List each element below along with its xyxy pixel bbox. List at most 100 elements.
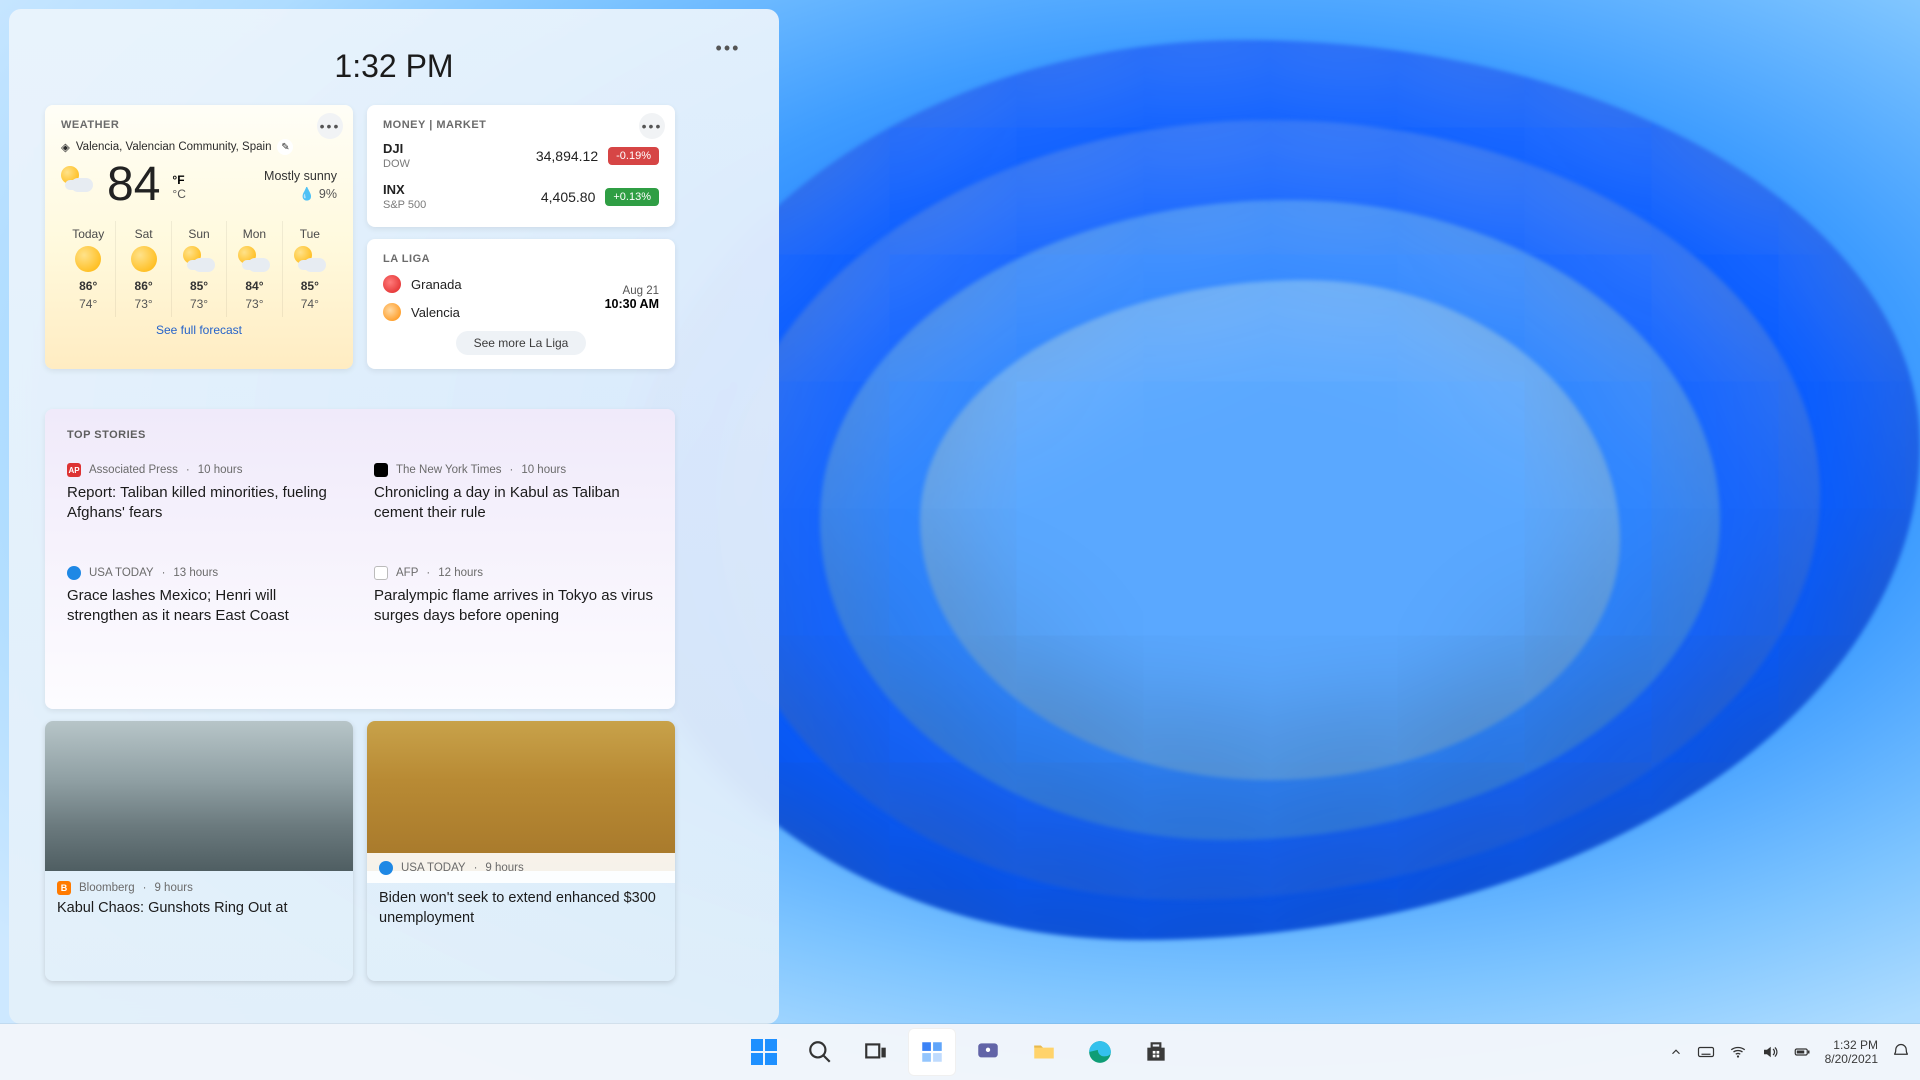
market-name: S&P 500 <box>383 199 426 211</box>
forecast-day[interactable]: Tue 85° 74° <box>282 221 337 317</box>
weather-condition: Mostly sunny <box>264 169 337 183</box>
team-badge-icon <box>383 275 401 293</box>
humidity-icon: 💧 <box>299 187 315 202</box>
story-age: 12 hours <box>438 567 483 579</box>
news-headline: Biden won't seek to extend enhanced $300… <box>367 881 675 936</box>
edge-button[interactable] <box>1076 1028 1124 1076</box>
edit-location-icon[interactable]: ✎ <box>277 139 293 155</box>
store-icon <box>1143 1039 1169 1065</box>
story-headline: Report: Taliban killed minorities, fueli… <box>67 483 346 524</box>
market-symbol: DJI <box>383 141 410 156</box>
taskbar-center <box>740 1024 1180 1080</box>
forecast-high: 84° <box>227 279 281 293</box>
forecast-icon <box>172 247 226 271</box>
forecast-icon <box>283 247 337 271</box>
match-time: 10:30 AM <box>605 297 659 311</box>
see-full-forecast-link[interactable]: See full forecast <box>61 317 337 337</box>
store-button[interactable] <box>1132 1028 1180 1076</box>
task-view-icon <box>863 1039 889 1065</box>
market-name: DOW <box>383 158 410 170</box>
keyboard-icon[interactable] <box>1697 1043 1715 1061</box>
panel-more-icon[interactable]: ••• <box>713 33 743 63</box>
top-story[interactable]: The New York Times·10 hours Chronicling … <box>374 463 653 524</box>
battery-icon[interactable] <box>1793 1043 1811 1061</box>
market-price: 4,405.80 <box>541 189 596 205</box>
forecast-icon <box>61 247 115 271</box>
usa-today-icon <box>379 861 393 875</box>
news-card-usatoday[interactable]: USA TODAY· 9 hours Biden won't seek to e… <box>367 721 675 981</box>
team-name: Valencia <box>411 305 460 320</box>
task-view-button[interactable] <box>852 1028 900 1076</box>
news-source: Bloomberg <box>79 882 135 894</box>
start-button[interactable] <box>740 1028 788 1076</box>
file-explorer-button[interactable] <box>1020 1028 1068 1076</box>
weather-units[interactable]: °F °C <box>172 173 185 201</box>
market-symbol: INX <box>383 182 426 197</box>
news-age: 9 hours <box>485 862 523 874</box>
forecast-day-name: Tue <box>283 227 337 241</box>
match-date: Aug 21 <box>605 285 659 297</box>
top-story[interactable]: USA TODAY·13 hours Grace lashes Mexico; … <box>67 566 346 627</box>
forecast-day-name: Mon <box>227 227 281 241</box>
source-icon <box>374 566 388 580</box>
forecast-low: 74° <box>61 297 115 311</box>
top-stories-card: TOP STORIES AP Associated Press·10 hours… <box>45 409 675 709</box>
news-thumbnail <box>367 721 675 871</box>
chat-button[interactable] <box>964 1028 1012 1076</box>
story-headline: Grace lashes Mexico; Henri will strength… <box>67 586 346 627</box>
team-name: Granada <box>411 277 462 292</box>
story-headline: Paralympic flame arrives in Tokyo as vir… <box>374 586 653 627</box>
match-team: Valencia <box>383 303 462 321</box>
panel-time: 1:32 PM <box>334 48 453 85</box>
market-row[interactable]: INX S&P 500 4,405.80 +0.13% <box>383 172 659 213</box>
story-source: Associated Press <box>89 464 178 476</box>
forecast-low: 73° <box>227 297 281 311</box>
weather-icon <box>61 166 99 204</box>
forecast-low: 73° <box>172 297 226 311</box>
forecast-day[interactable]: Sat 86° 73° <box>115 221 170 317</box>
money-card[interactable]: MONEY | MARKET ••• DJIDOW 34,894.12-0.19… <box>367 105 675 227</box>
forecast-day[interactable]: Today 86° 74° <box>61 221 115 317</box>
weather-more-icon[interactable]: ••• <box>317 113 343 139</box>
folder-icon <box>1031 1039 1057 1065</box>
forecast-day-name: Sun <box>172 227 226 241</box>
top-story[interactable]: AP Associated Press·10 hours Report: Tal… <box>67 463 346 524</box>
search-icon <box>807 1039 833 1065</box>
top-stories-title: TOP STORIES <box>67 429 653 441</box>
match-team: Granada <box>383 275 462 293</box>
wifi-icon[interactable] <box>1729 1043 1747 1061</box>
widgets-button[interactable] <box>908 1028 956 1076</box>
chat-icon <box>975 1039 1001 1065</box>
market-row[interactable]: DJIDOW 34,894.12-0.19% <box>383 131 659 172</box>
taskbar: 1:32 PM 8/20/2021 <box>0 1024 1920 1080</box>
see-more-laliga-link[interactable]: See more La Liga <box>456 331 587 355</box>
laliga-card[interactable]: LA LIGA GranadaValencia Aug 21 10:30 AM … <box>367 239 675 369</box>
widgets-icon <box>919 1039 945 1065</box>
weather-card[interactable]: WEATHER ••• ◈ Valencia, Valencian Commun… <box>45 105 353 369</box>
bloomberg-icon: B <box>57 881 71 895</box>
search-button[interactable] <box>796 1028 844 1076</box>
market-change: +0.13% <box>605 188 659 206</box>
taskbar-clock[interactable]: 1:32 PM 8/20/2021 <box>1825 1038 1878 1067</box>
weather-location: Valencia, Valencian Community, Spain <box>76 141 272 153</box>
location-icon: ◈ <box>61 140 70 154</box>
market-change: -0.19% <box>608 147 659 165</box>
forecast-day[interactable]: Sun 85° 73° <box>171 221 226 317</box>
notification-center-icon[interactable] <box>1892 1043 1910 1061</box>
money-more-icon[interactable]: ••• <box>639 113 665 139</box>
forecast-icon <box>116 247 170 271</box>
forecast-high: 86° <box>61 279 115 293</box>
forecast-low: 73° <box>116 297 170 311</box>
source-icon <box>374 463 388 477</box>
team-badge-icon <box>383 303 401 321</box>
story-source: AFP <box>396 567 418 579</box>
forecast-day[interactable]: Mon 84° 73° <box>226 221 281 317</box>
tray-overflow-button[interactable] <box>1669 1045 1683 1059</box>
volume-icon[interactable] <box>1761 1043 1779 1061</box>
story-age: 10 hours <box>198 464 243 476</box>
forecast-high: 85° <box>172 279 226 293</box>
news-source: USA TODAY <box>401 862 466 874</box>
story-age: 13 hours <box>173 567 218 579</box>
top-story[interactable]: AFP·12 hours Paralympic flame arrives in… <box>374 566 653 627</box>
news-card-bloomberg[interactable]: B Bloomberg· 9 hours Kabul Chaos: Gunsho… <box>45 721 353 981</box>
